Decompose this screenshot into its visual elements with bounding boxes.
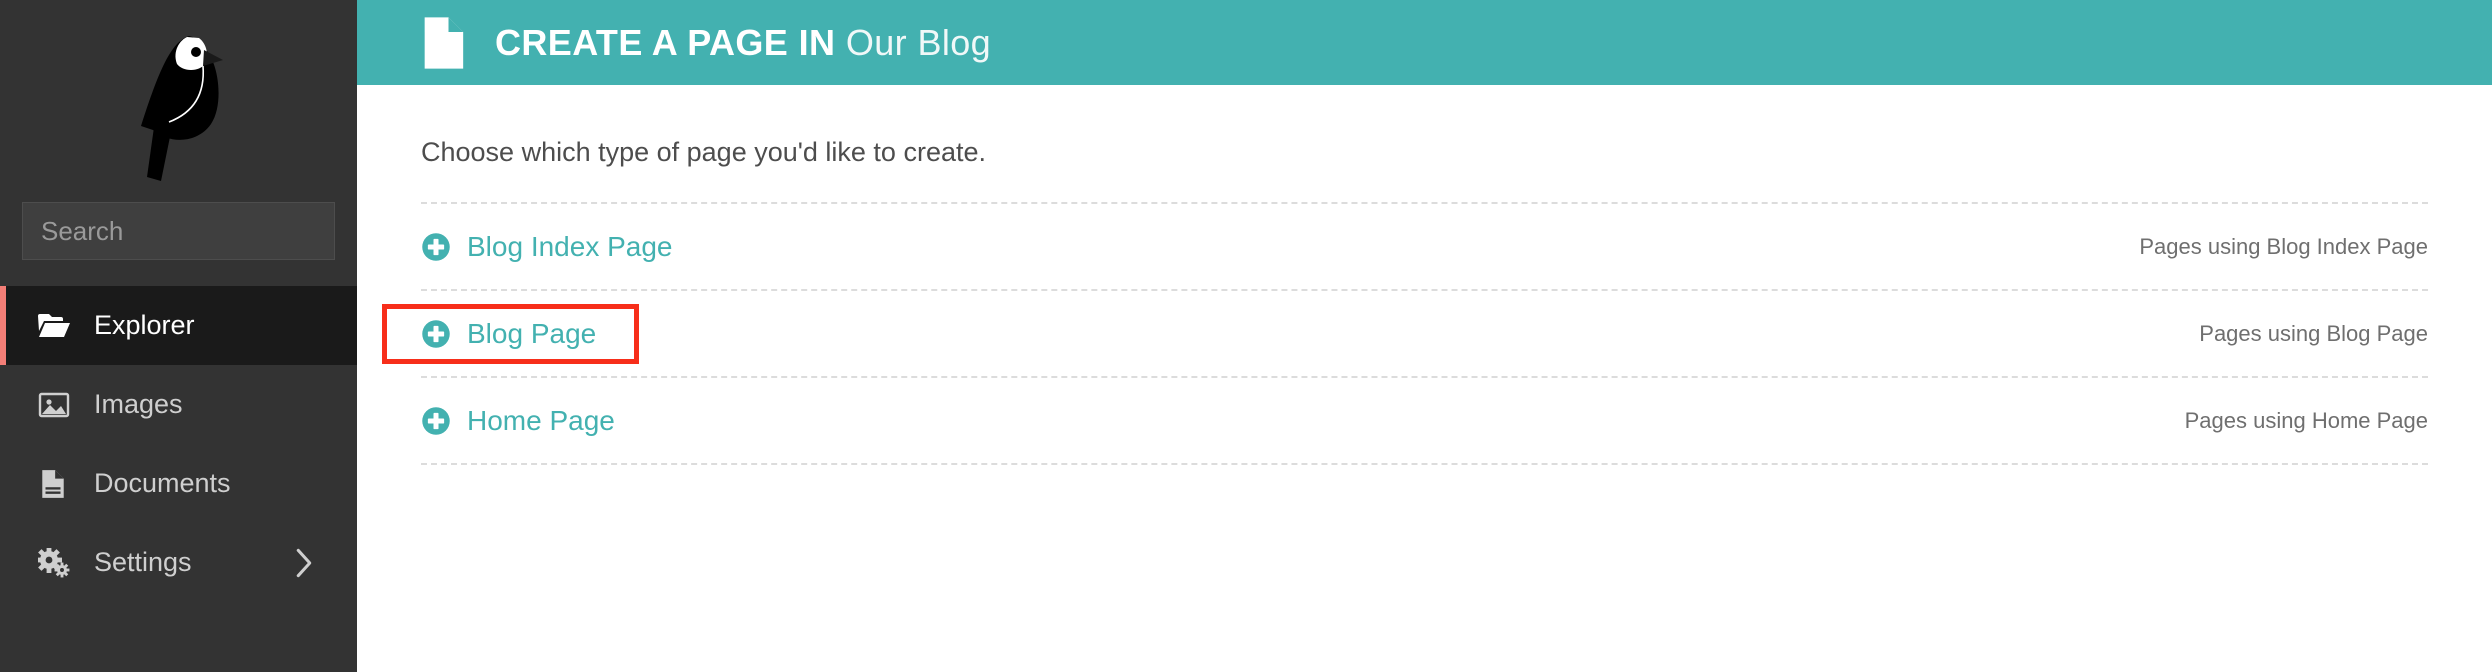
- page-type-label: Blog Page: [467, 317, 597, 349]
- page-type-usage-label[interactable]: Pages using Blog Page: [2199, 321, 2428, 347]
- page-type-link-home-page[interactable]: Home Page: [421, 405, 615, 437]
- search-container: [0, 202, 421, 260]
- page-title: CREATE A PAGE IN Our Blog: [495, 22, 991, 64]
- page-type-link-blog-index-page[interactable]: Blog Index Page: [421, 231, 673, 263]
- page-document-icon: [421, 16, 465, 69]
- page-type-label: Blog Index Page: [467, 230, 673, 262]
- content-area: Choose which type of page you'd like to …: [357, 85, 2492, 465]
- search-input[interactable]: [23, 203, 394, 259]
- sidebar-item-settings[interactable]: Settings: [0, 523, 357, 602]
- folder-open-icon: [38, 312, 80, 340]
- logo-wagtail-bird[interactable]: [0, 0, 357, 212]
- main-content: CREATE A PAGE IN Our Blog Choose which t…: [357, 0, 2492, 672]
- page-type-usage-label[interactable]: Pages using Home Page: [2185, 408, 2428, 434]
- page-type-list: Blog Index Page Pages using Blog Index P…: [381, 202, 2428, 465]
- sidebar-item-images[interactable]: Images: [0, 365, 357, 444]
- intro-text: Choose which type of page you'd like to …: [421, 137, 986, 167]
- page-type-left: Blog Index Page: [421, 231, 673, 263]
- page-type-left-highlighted: Blog Page: [381, 303, 640, 364]
- sidebar-item-label: Settings: [94, 547, 192, 577]
- page-title-soft: Our Blog: [845, 21, 992, 63]
- page-type-label: Home Page: [467, 404, 615, 436]
- document-icon: [38, 469, 80, 499]
- sidebar-item-label: Images: [94, 389, 183, 419]
- page-type-link-blog-page[interactable]: Blog Page: [421, 318, 596, 350]
- page-type-row: Blog Index Page Pages using Blog Index P…: [421, 204, 2428, 291]
- wagtail-bird-logo: [140, 36, 223, 181]
- sidebar: Explorer Images: [0, 0, 421, 672]
- gears-icon: [38, 547, 80, 578]
- page-type-usage-label[interactable]: Pages using Blog Index Page: [2139, 234, 2428, 260]
- plus-circle-icon: [421, 319, 451, 349]
- search-box[interactable]: [22, 202, 421, 260]
- page-type-row: Home Page Pages using Home Page: [421, 378, 2428, 465]
- sidebar-nav: Explorer Images Documents Settings: [0, 286, 357, 602]
- plus-circle-icon: [421, 232, 451, 262]
- page-title-strong: CREATE A PAGE IN: [495, 21, 836, 63]
- chevron-right-icon: [293, 548, 315, 578]
- sidebar-item-label: Explorer: [94, 310, 195, 340]
- sidebar-item-documents[interactable]: Documents: [0, 444, 357, 523]
- plus-circle-icon: [421, 406, 451, 436]
- image-icon: [38, 391, 80, 419]
- sidebar-item-explorer[interactable]: Explorer: [0, 286, 357, 365]
- page-type-row: Blog Page Pages using Blog Page: [381, 291, 2428, 378]
- page-header: CREATE A PAGE IN Our Blog: [357, 0, 2492, 85]
- app-root: Explorer Images: [0, 0, 2492, 672]
- sidebar-item-label: Documents: [94, 468, 231, 498]
- page-type-left: Home Page: [421, 405, 615, 437]
